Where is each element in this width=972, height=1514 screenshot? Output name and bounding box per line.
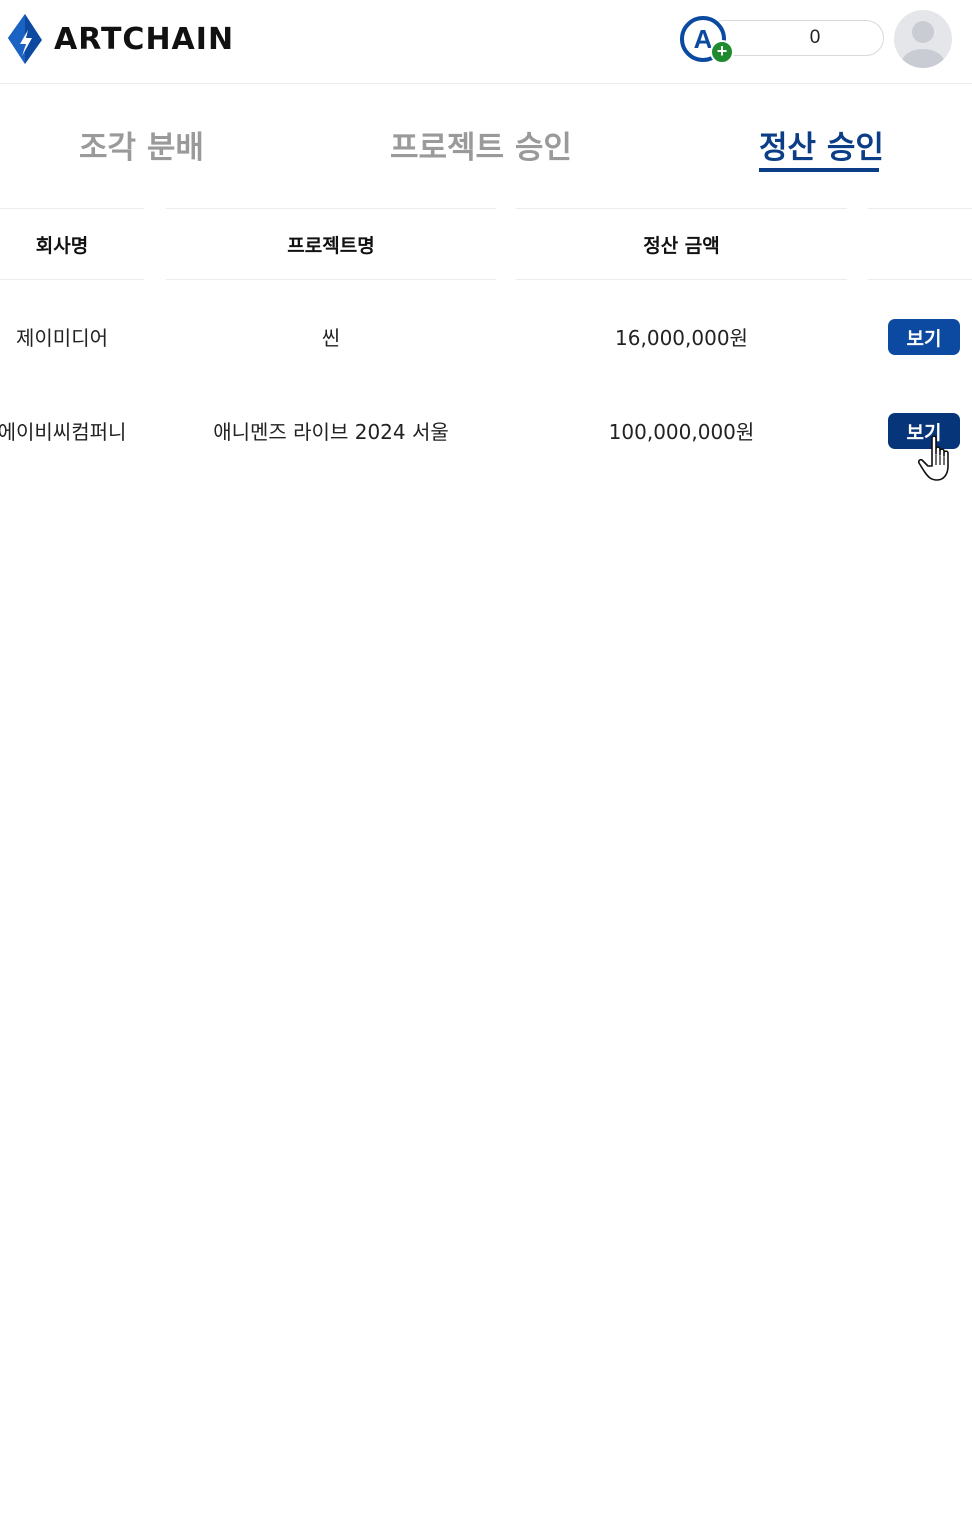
row-1-view-button[interactable]: 보기 — [888, 319, 960, 355]
row-1-company: 제이미디어 — [16, 325, 108, 350]
tab-piece-distribution[interactable]: 조각 분배 — [79, 122, 204, 167]
user-avatar-icon[interactable] — [894, 10, 952, 68]
top-header: ARTCHAIN 0 A + — [0, 0, 972, 84]
add-token-button[interactable]: + — [710, 40, 734, 64]
row-1-amount: 16,000,000원 — [615, 325, 748, 350]
token-balance-widget[interactable]: 0 A + — [680, 16, 886, 64]
row-2-company: 에이비씨컴퍼니 — [0, 419, 127, 444]
row-1-project: 씬 — [321, 325, 341, 350]
row-2-view-button[interactable]: 보기 — [888, 413, 960, 449]
row-2-amount: 100,000,000원 — [608, 419, 755, 444]
column-header-action — [868, 208, 972, 280]
brand-logo[interactable]: ARTCHAIN — [8, 14, 234, 64]
artchain-logo-icon — [8, 14, 42, 64]
tab-settlement-approval[interactable]: 정산 승인 — [759, 122, 884, 167]
token-balance-value: 0 — [809, 27, 821, 48]
brand-name: ARTCHAIN — [54, 21, 235, 57]
column-header-amount: 정산 금액 — [516, 208, 847, 280]
tab-project-approval[interactable]: 프로젝트 승인 — [390, 122, 572, 167]
active-tab-indicator — [759, 168, 879, 172]
row-2-project: 애니멘즈 라이브 2024 서울 — [213, 419, 449, 444]
column-header-project: 프로젝트명 — [166, 208, 496, 280]
column-header-company: 회사명 — [0, 208, 144, 280]
avatar-silhouette — [901, 21, 945, 68]
